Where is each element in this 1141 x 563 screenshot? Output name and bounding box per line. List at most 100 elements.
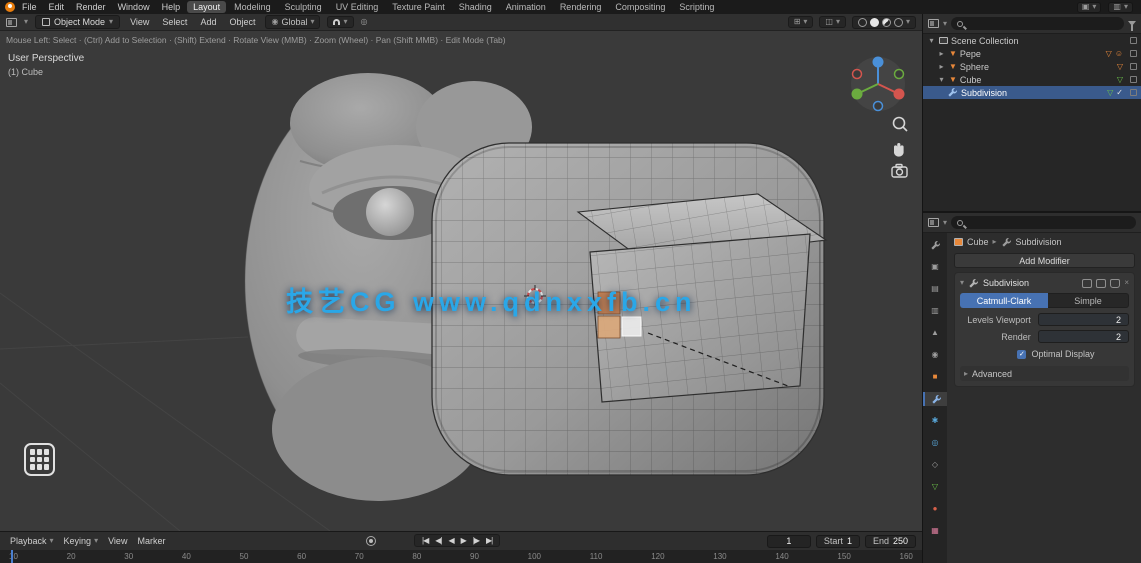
menu-view-timeline[interactable]: View <box>104 536 131 546</box>
optimal-display-checkbox[interactable]: ✓ <box>1017 349 1027 359</box>
axis-x-neg-icon[interactable] <box>851 68 863 80</box>
tab-world[interactable]: ◉ <box>923 348 947 362</box>
menu-add[interactable]: Add <box>197 17 219 27</box>
blender-logo-icon[interactable] <box>5 2 15 12</box>
outliner-search[interactable] <box>951 17 1124 30</box>
menu-view[interactable]: View <box>127 17 152 27</box>
auto-keying-record-icon[interactable] <box>366 536 376 546</box>
frame-start-field[interactable]: Start 1 <box>815 534 860 548</box>
viewport-3d[interactable]: Mouse Left: Select · (Ctrl) Add to Selec… <box>0 31 922 531</box>
outliner-row-pepe[interactable]: ▸ ▼ Pepe ▽ ☺ <box>923 47 1141 60</box>
jump-to-start-button[interactable]: |◀ <box>419 536 431 545</box>
outliner-editor-type-icon[interactable] <box>928 19 939 28</box>
properties-search-input[interactable] <box>967 217 1130 228</box>
collapse-caret-icon[interactable]: ▾ <box>960 279 964 287</box>
workspace-tab-scripting[interactable]: Scripting <box>673 1 720 13</box>
pan-hand-icon[interactable] <box>894 143 904 157</box>
overlays-toggle[interactable]: ◫ ▾ <box>819 16 846 28</box>
play-button[interactable]: ▶ <box>458 536 469 545</box>
caret-down-icon[interactable]: ▾ <box>927 36 936 45</box>
next-keyframe-button[interactable]: |▶ <box>470 536 482 545</box>
tab-material[interactable]: ● <box>923 502 947 516</box>
menu-marker[interactable]: Marker <box>133 536 169 546</box>
workspace-tab-rendering[interactable]: Rendering <box>554 1 608 13</box>
shading-solid-icon[interactable] <box>869 17 879 27</box>
workspace-tab-compositing[interactable]: Compositing <box>609 1 671 13</box>
zoom-icon[interactable] <box>892 116 908 132</box>
tab-tool[interactable] <box>923 238 947 252</box>
simple-button[interactable]: Simple <box>1048 293 1129 308</box>
axis-y-neg-icon[interactable] <box>893 68 905 80</box>
breadcrumb-item[interactable]: Subdivision <box>1016 237 1062 247</box>
outliner-row-cube[interactable]: ▾ ▼ Cube ▽ <box>923 73 1141 86</box>
shading-rendered-icon[interactable] <box>893 17 903 27</box>
menu-playback[interactable]: Playback ▾ <box>6 536 58 546</box>
axis-z-icon[interactable] <box>872 56 884 68</box>
advanced-subpanel-header[interactable]: ▸ Advanced <box>960 366 1129 381</box>
tab-render[interactable]: ▣ <box>923 260 947 274</box>
menu-render[interactable]: Render <box>71 2 111 12</box>
tab-constraints[interactable]: ◇ <box>923 458 947 472</box>
caret-right-icon[interactable]: ▸ <box>937 62 946 71</box>
outliner-row-sphere[interactable]: ▸ ▼ Sphere ▽ <box>923 60 1141 73</box>
timeline-ruler[interactable]: 10 20 30 40 50 60 70 80 90 100 110 120 1… <box>0 550 922 563</box>
catmull-clark-button[interactable]: Catmull-Clark <box>960 293 1048 308</box>
axis-x-icon[interactable] <box>893 88 905 100</box>
workspace-tab-modeling[interactable]: Modeling <box>228 1 277 13</box>
caret-down-icon[interactable]: ▾ <box>937 75 946 84</box>
render-levels-field[interactable]: 2 <box>1037 330 1129 343</box>
tab-view-layer[interactable]: ▥ <box>923 304 947 318</box>
breadcrumb-object[interactable]: Cube <box>967 237 989 247</box>
display-render-toggle[interactable] <box>1110 278 1121 288</box>
axis-z-neg-icon[interactable] <box>872 100 884 112</box>
visibility-checkbox[interactable] <box>1130 89 1137 96</box>
workspace-tab-layout[interactable]: Layout <box>187 1 227 13</box>
snap-toggle[interactable]: ▾ <box>327 16 354 28</box>
tab-texture[interactable]: ▦ <box>923 524 947 538</box>
workspace-tab-uv-editing[interactable]: UV Editing <box>330 1 385 13</box>
axis-y-icon[interactable] <box>851 88 863 100</box>
modifier-name-field[interactable]: Subdivision <box>983 278 1078 288</box>
proportional-editing-icon[interactable]: ◎ <box>361 18 368 26</box>
menu-help[interactable]: Help <box>157 2 186 12</box>
add-modifier-button[interactable]: Add Modifier <box>954 253 1135 268</box>
playhead[interactable] <box>11 550 13 563</box>
editor-type-icon[interactable] <box>6 17 17 27</box>
menu-edit[interactable]: Edit <box>44 2 70 12</box>
shading-material-icon[interactable] <box>881 17 891 27</box>
tab-object-data[interactable]: ▽ <box>923 480 947 494</box>
outliner-row-subdivision-selected[interactable]: Subdivision ▽ ✓ <box>923 86 1141 99</box>
mode-dropdown[interactable]: Object Mode ▾ <box>35 15 121 29</box>
scene-selector[interactable]: ▣ ▾ <box>1076 1 1102 13</box>
visibility-checkbox[interactable] <box>1130 50 1137 57</box>
workspace-tab-sculpting[interactable]: Sculpting <box>279 1 328 13</box>
filter-icon[interactable] <box>1128 21 1136 31</box>
tab-particles[interactable]: ✱ <box>923 414 947 428</box>
exclude-checkbox[interactable] <box>1130 37 1137 44</box>
frame-end-field[interactable]: End 250 <box>864 534 916 548</box>
menu-file[interactable]: File <box>17 2 42 12</box>
menu-select[interactable]: Select <box>159 17 190 27</box>
workspace-tab-animation[interactable]: Animation <box>500 1 552 13</box>
menu-keying[interactable]: Keying ▾ <box>60 536 103 546</box>
play-reverse-button[interactable]: ◀ <box>445 536 456 545</box>
menu-object[interactable]: Object <box>226 17 258 27</box>
visibility-checkbox[interactable] <box>1130 63 1137 70</box>
camera-view-icon[interactable] <box>891 163 908 178</box>
display-in-editmode-toggle[interactable] <box>1082 278 1093 288</box>
prev-keyframe-button[interactable]: ◀| <box>432 536 444 545</box>
menu-window[interactable]: Window <box>113 2 155 12</box>
tab-object[interactable]: ■ <box>923 370 947 384</box>
properties-editor-type-icon[interactable] <box>928 218 939 227</box>
navigation-gizmo[interactable] <box>851 56 905 112</box>
visibility-checkbox[interactable] <box>1130 76 1137 83</box>
jump-to-end-button[interactable]: ▶| <box>483 536 495 545</box>
display-realtime-toggle[interactable] <box>1096 278 1107 288</box>
view-layer-selector[interactable]: ▥ ▾ <box>1108 1 1133 13</box>
current-frame-field[interactable]: 1 <box>766 534 811 548</box>
tab-modifiers[interactable] <box>923 392 947 406</box>
tab-output[interactable]: ▤ <box>923 282 947 296</box>
tab-physics[interactable]: ◎ <box>923 436 947 450</box>
levels-viewport-field[interactable]: 2 <box>1037 313 1129 326</box>
gizmos-toggle[interactable]: ⊞ ▾ <box>787 16 814 28</box>
